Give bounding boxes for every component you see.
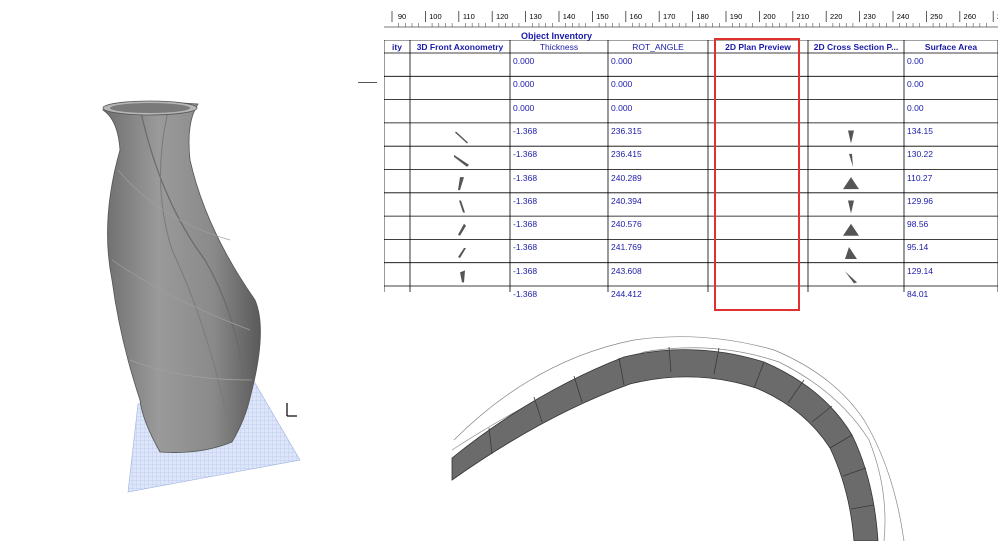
ruler-tick-label: 250	[930, 12, 943, 21]
cell-thickness: -1.368	[513, 172, 538, 183]
ruler-tick-label: 170	[663, 12, 676, 21]
ruler-tick-label: 190	[730, 12, 743, 21]
cross-section-thumbnail	[844, 270, 857, 284]
ruler-tick-label: 240	[897, 12, 910, 21]
axis-gizmo-icon	[286, 403, 297, 417]
divider-mark	[358, 82, 377, 83]
object-inventory-schedule[interactable]	[384, 40, 998, 292]
cell-thickness: 0.000	[513, 79, 535, 90]
cross-section-thumbnail	[843, 177, 859, 190]
cell-surface-area: 129.14	[907, 265, 933, 276]
cell-surface-area: 0.00	[907, 56, 924, 66]
cell-rot-angle: 241.769	[611, 242, 642, 253]
ruler-tick-label: 210	[797, 12, 810, 21]
cell-surface-area: 134.15	[907, 125, 933, 136]
cell-surface-area: 130.22	[907, 149, 933, 160]
axonometry-thumbnail	[458, 248, 466, 259]
plan-preview-column-highlight	[714, 38, 800, 311]
cell-rot-angle: 243.608	[611, 265, 642, 276]
column-header-rot[interactable]: ROT_ANGLE	[608, 41, 708, 53]
ruler-tick-label: 220	[830, 12, 843, 21]
column-header-qty[interactable]: ity	[384, 41, 410, 53]
axonometry-thumbnail	[460, 270, 465, 283]
ruler-tick-label: 120	[496, 12, 509, 21]
2d-plan-view[interactable]	[384, 300, 998, 541]
cell-surface-area: 0.00	[907, 102, 924, 113]
axonometry-thumbnail	[458, 223, 466, 236]
ruler-tick-label: 260	[964, 12, 977, 21]
cell-surface-area: 110.27	[907, 172, 933, 183]
cell-rot-angle: 244.412	[611, 289, 642, 299]
cell-rot-angle: 0.000	[611, 102, 633, 113]
cross-section-thumbnail	[845, 247, 857, 260]
cell-rot-angle: 240.289	[611, 172, 642, 183]
cell-surface-area: 95.14	[907, 242, 929, 253]
cell-thickness: -1.368	[513, 289, 538, 299]
cell-rot-angle: 240.576	[611, 219, 642, 230]
cross-section-thumbnail	[848, 200, 854, 214]
cell-thickness: 0.000	[513, 56, 535, 66]
cell-thickness: 0.000	[513, 102, 535, 113]
cell-thickness: -1.368	[513, 195, 538, 206]
cell-thickness: -1.368	[513, 265, 538, 276]
cross-section-thumbnail	[848, 130, 854, 144]
ruler-tick-label: 140	[563, 12, 576, 21]
cell-surface-area: 0.00	[907, 79, 924, 90]
column-header-area[interactable]: Surface Area	[904, 41, 998, 53]
plan-wall-band	[451, 349, 879, 541]
cross-section-thumbnail	[843, 223, 859, 236]
cell-thickness: -1.368	[513, 125, 538, 136]
axonometry-thumbnail	[454, 154, 469, 167]
cross-section-thumbnail	[849, 153, 853, 167]
vase-body	[101, 100, 261, 453]
cell-surface-area: 98.56	[907, 219, 929, 230]
ruler-tick-label: 100	[429, 12, 442, 21]
cell-thickness: -1.368	[513, 242, 538, 253]
cell-thickness: -1.368	[513, 149, 538, 160]
ruler-tick-label: 110	[463, 12, 475, 21]
ruler-tick-label: 180	[696, 12, 709, 21]
ruler-tick-label: 90	[398, 12, 406, 21]
cell-rot-angle: 0.000	[611, 79, 633, 90]
cell-rot-angle: 236.415	[611, 149, 642, 160]
axonometry-thumbnail	[458, 177, 464, 191]
column-header-axo[interactable]: 3D Front Axonometry	[410, 41, 510, 53]
ruler-tick-label: 160	[630, 12, 643, 21]
axonometry-thumbnail	[455, 131, 468, 144]
ruler-tick-label: 230	[863, 12, 876, 21]
cell-rot-angle: 236.315	[611, 125, 642, 136]
cell-rot-angle: 240.394	[611, 195, 642, 206]
ruler-tick-label: 150	[596, 12, 609, 21]
column-header-section[interactable]: 2D Cross Section P...	[808, 41, 904, 53]
3d-vase-viewport[interactable]	[0, 0, 384, 541]
column-header-thickness[interactable]: Thickness	[510, 41, 608, 53]
cell-surface-area: 84.01	[907, 289, 929, 299]
horizontal-ruler[interactable]: 90 100 110 120 130 140 150 160 170 180 190 200 210 22…	[384, 0, 998, 28]
cell-rot-angle: 0.000	[611, 56, 633, 66]
ruler-tick-label: 130	[529, 12, 542, 21]
cell-thickness: -1.368	[513, 219, 538, 230]
cell-surface-area: 129.96	[907, 195, 933, 206]
axonometry-thumbnail	[459, 200, 465, 213]
ruler-tick-label: 200	[763, 12, 776, 21]
